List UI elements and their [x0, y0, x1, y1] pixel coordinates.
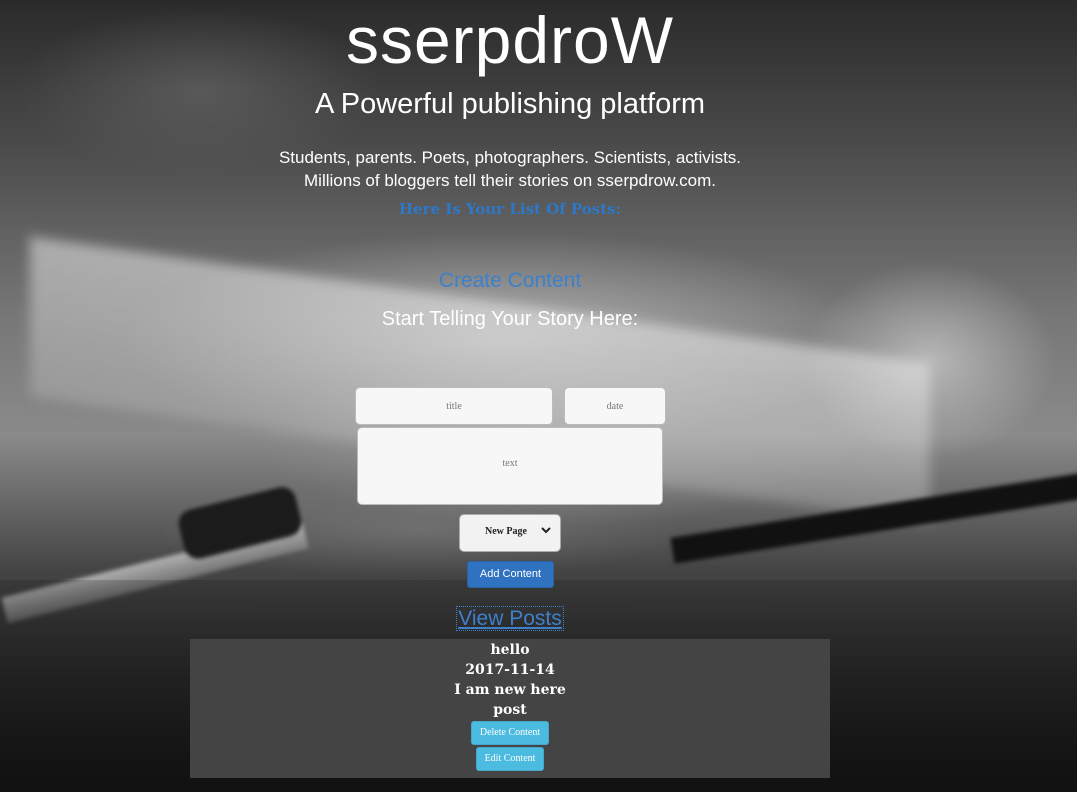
- post-date: 2017-11-14: [465, 662, 555, 678]
- create-content-heading[interactable]: Create Content: [0, 269, 1020, 293]
- site-tagline: A Powerful publishing platform: [314, 88, 706, 120]
- post-title: hello: [490, 642, 530, 658]
- posts-panel: hello 2017-11-14 I am new here post Dele…: [190, 639, 830, 778]
- edit-row: Edit Content: [190, 747, 830, 771]
- view-posts-link-wrap: View Posts: [0, 606, 1020, 631]
- site-description: Students, parents. Poets, photographers.…: [0, 146, 1020, 192]
- post-type: post: [493, 702, 527, 718]
- description-line-1: Students, parents. Poets, photographers.…: [278, 148, 742, 167]
- chevron-down-icon: [540, 524, 552, 540]
- text-input[interactable]: [357, 427, 663, 505]
- content-type-selected: New Page: [485, 526, 527, 537]
- edit-content-button[interactable]: Edit Content: [475, 747, 545, 771]
- add-content-button[interactable]: Add Content: [467, 561, 554, 588]
- create-subheading: Start Telling Your Story Here:: [381, 308, 639, 330]
- view-posts-link[interactable]: View Posts: [456, 606, 564, 631]
- site-brand: sserpdroW: [345, 3, 675, 77]
- delete-row: Delete Content: [190, 721, 830, 745]
- title-input[interactable]: [355, 387, 553, 425]
- description-line-2: Millions of bloggers tell their stories …: [304, 171, 716, 190]
- delete-content-button[interactable]: Delete Content: [470, 721, 550, 745]
- posts-list-heading: Here Is Your List Of Posts:: [398, 200, 622, 218]
- post-text: I am new here: [454, 682, 566, 698]
- content-type-select[interactable]: New Page: [459, 514, 561, 552]
- date-input[interactable]: [564, 387, 666, 425]
- page-content: sserpdroW A Powerful publishing platform…: [0, 0, 1077, 792]
